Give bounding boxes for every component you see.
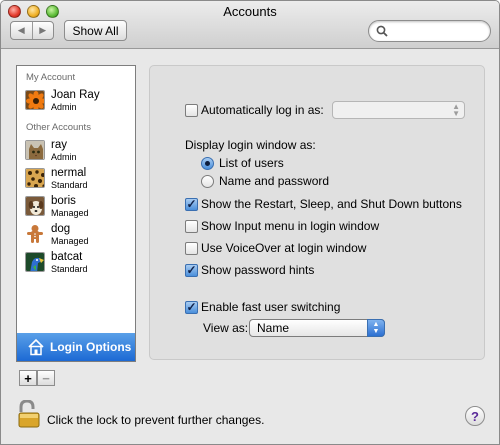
checkmark-icon[interactable]: ✓ (185, 300, 198, 314)
search-field[interactable] (368, 20, 491, 42)
login-options-panel: Automatically log in as: ▲ ▼ Display logi… (149, 65, 485, 360)
display-login-heading: Display login window as: (185, 138, 316, 152)
account-batcat[interactable]: batcat Standard (17, 250, 135, 278)
back-forward-control: ◀ ▶ (10, 21, 54, 40)
show-restart-label: Show the Restart, Sleep, and Shut Down b… (201, 197, 462, 211)
fast-user-switching-checkbox[interactable]: ✓ Enable fast user switching (185, 299, 340, 315)
help-button[interactable]: ? (465, 406, 485, 426)
checkbox-box[interactable] (185, 241, 198, 255)
account-name: Joan Ray (51, 89, 100, 101)
show-input-menu-label: Show Input menu in login window (201, 219, 380, 233)
radio-name-label: Name and password (219, 174, 330, 188)
flower-avatar-icon (25, 90, 45, 110)
cat-avatar-icon (25, 140, 45, 160)
accounts-list: My Account Joan Ray Admin Other Accounts… (16, 65, 136, 362)
updown-arrows-icon: ▲ ▼ (367, 319, 385, 337)
forward-button[interactable]: ▶ (33, 22, 54, 39)
dog-photo-avatar-icon (25, 196, 45, 216)
auto-login-user-select: ▲ ▼ (332, 101, 465, 119)
account-role: Managed (51, 208, 89, 218)
other-accounts-header: Other Accounts (26, 122, 91, 133)
view-as-label: View as: (203, 321, 249, 335)
password-hints-label: Show password hints (201, 263, 315, 277)
radio-button[interactable] (201, 174, 214, 188)
show-input-menu-checkbox[interactable]: Show Input menu in login window (185, 218, 379, 234)
account-dog[interactable]: dog Managed (17, 222, 135, 250)
auto-login-checkbox[interactable]: Automatically log in as: (185, 102, 324, 118)
view-as-select[interactable]: Name ▲ ▼ (249, 319, 385, 337)
account-role: Managed (51, 236, 89, 246)
account-role: Admin (51, 152, 77, 162)
account-nermal[interactable]: nermal Standard (17, 166, 135, 194)
radio-button[interactable] (201, 156, 214, 170)
fast-switch-label: Enable fast user switching (201, 300, 341, 314)
account-role: Standard (51, 180, 88, 190)
checkmark-icon[interactable]: ✓ (185, 197, 198, 211)
account-boris[interactable]: boris Managed (17, 194, 135, 222)
account-name: batcat (51, 251, 83, 263)
add-account-button[interactable]: + (19, 370, 37, 386)
view-as-value: Name (257, 321, 290, 335)
radio-list-of-users[interactable]: List of users (201, 155, 284, 171)
leopard-fur-avatar-icon (25, 168, 45, 188)
search-icon (376, 25, 388, 37)
account-name: nermal (51, 167, 87, 179)
window-title: Accounts (223, 4, 277, 19)
voiceover-checkbox[interactable]: Use VoiceOver at login window (185, 240, 366, 256)
voiceover-label: Use VoiceOver at login window (201, 241, 367, 255)
back-button[interactable]: ◀ (11, 22, 33, 39)
account-name: ray (51, 139, 67, 151)
checkbox-box[interactable] (185, 103, 198, 117)
updown-arrows-icon: ▲ ▼ (452, 102, 460, 118)
account-role: Admin (51, 102, 77, 112)
account-role: Standard (51, 264, 88, 274)
radio-list-label: List of users (219, 156, 284, 170)
account-name: dog (51, 223, 71, 235)
accounts-window: Accounts ◀ ▶ Show All My Account Joan Ra… (0, 0, 500, 445)
my-account-header: My Account (26, 72, 76, 83)
unlocked-padlock-icon[interactable] (17, 400, 41, 428)
remove-account-button[interactable]: − (37, 370, 55, 386)
lock-message: Click the lock to prevent further change… (47, 413, 265, 427)
account-joan-ray[interactable]: Joan Ray Admin (17, 88, 135, 116)
checkbox-box[interactable] (185, 219, 198, 233)
login-options-label: Login Options (50, 340, 132, 354)
checkmark-icon[interactable]: ✓ (185, 263, 198, 277)
show-restart-checkbox[interactable]: ✓ Show the Restart, Sleep, and Shut Down… (185, 196, 462, 212)
account-name: boris (51, 195, 76, 207)
login-options-item[interactable]: Login Options (17, 333, 135, 361)
password-hints-checkbox[interactable]: ✓ Show password hints (185, 262, 314, 278)
title-bar: Accounts ◀ ▶ Show All (1, 1, 499, 49)
show-all-button[interactable]: Show All (64, 20, 127, 41)
radio-name-and-password[interactable]: Name and password (201, 173, 329, 189)
auto-login-label: Automatically log in as: (201, 103, 324, 117)
house-icon (28, 338, 44, 356)
parrot-avatar-icon (25, 252, 45, 272)
account-ray[interactable]: ray Admin (17, 138, 135, 166)
search-input[interactable] (391, 24, 486, 38)
gingerbread-avatar-icon (25, 224, 45, 244)
